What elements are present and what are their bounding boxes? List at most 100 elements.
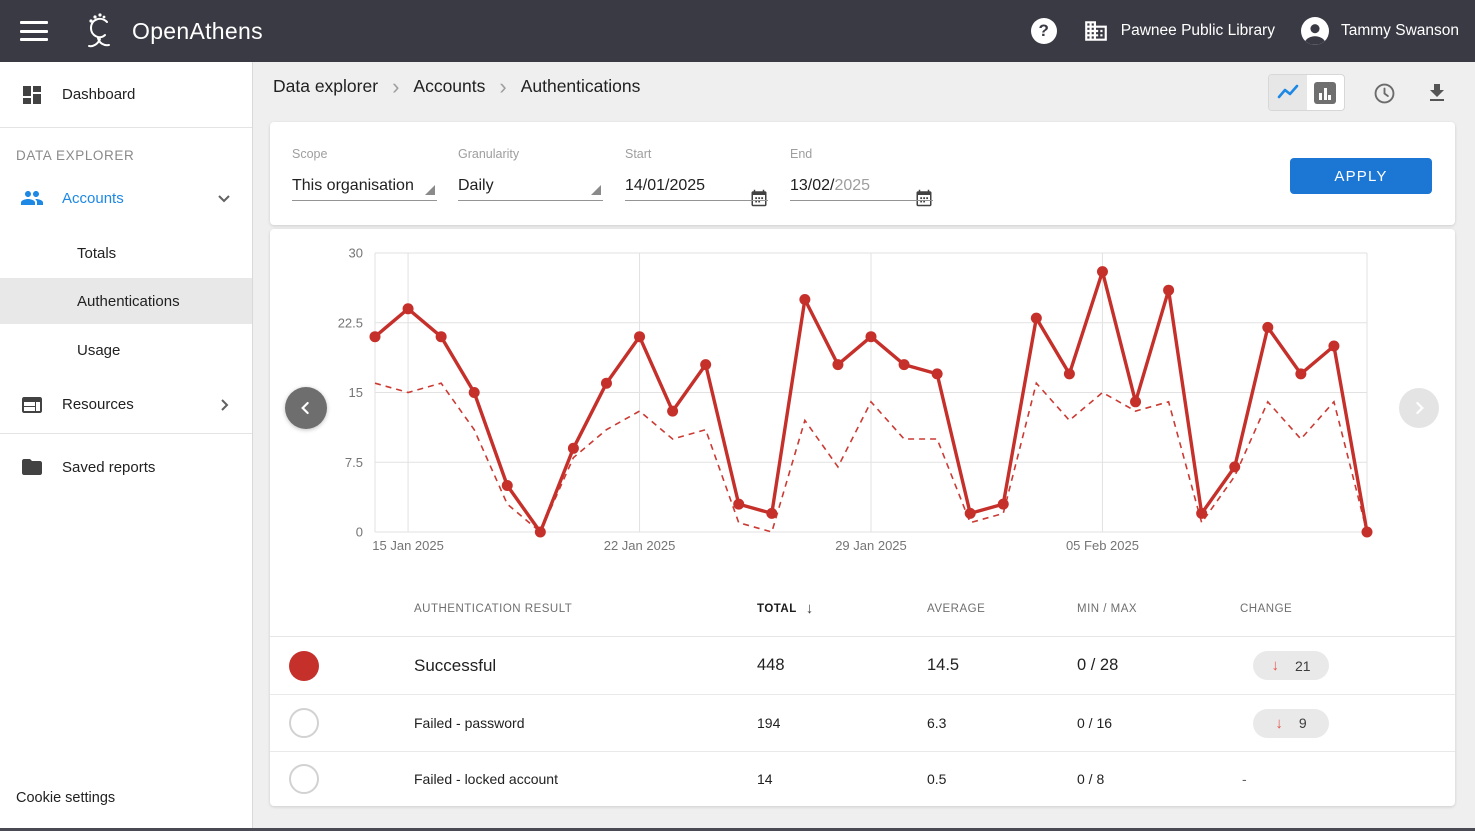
table-row-failed-password[interactable]: Failed - password 194 6.3 0 / 16 ↓9 9 [270, 695, 1455, 752]
result-label: Failed - locked account [414, 771, 757, 787]
svg-text:22 Jan 2025: 22 Jan 2025 [604, 538, 676, 553]
svg-text:05 Feb 2025: 05 Feb 2025 [1066, 538, 1139, 553]
organisation-menu[interactable]: Pawnee Public Library [1083, 18, 1275, 44]
svg-text:15: 15 [349, 385, 363, 400]
dropdown-caret-icon [425, 185, 435, 195]
svg-text:15 Jan 2025: 15 Jan 2025 [372, 538, 444, 553]
sidebar-item-label: Totals [77, 245, 116, 262]
breadcrumb-separator-icon: › [499, 78, 506, 95]
dashboard-icon [20, 83, 44, 107]
total-value: 448 [757, 656, 927, 675]
min-max-value: 0 / 8 [1077, 771, 1240, 787]
topbar-right-cluster: ? Pawnee Public Library Tammy Swanson [1031, 0, 1459, 62]
change-down-arrow-icon: ↓ [1271, 657, 1279, 674]
column-header-average[interactable]: AVERAGE [927, 603, 1077, 615]
authentications-line-chart: 07.51522.53015 Jan 202522 Jan 202529 Jan… [270, 229, 1455, 569]
folder-icon [20, 455, 44, 479]
svg-text:29 Jan 2025: 29 Jan 2025 [835, 538, 907, 553]
column-header-min-max[interactable]: MIN / MAX [1077, 603, 1240, 615]
start-date-field[interactable]: Start 14/01/2025 [625, 147, 768, 199]
end-date-value[interactable]: 13/02/2025 [790, 173, 933, 199]
sidebar-item-totals[interactable]: Totals [0, 228, 252, 278]
chart-scroll-left-button[interactable] [285, 387, 327, 429]
menu-icon[interactable] [20, 21, 48, 41]
sidebar-item-authentications[interactable]: Authentications [0, 278, 252, 324]
average-value: 14.5 [927, 656, 1077, 675]
openathens-logo-icon [78, 8, 124, 54]
sidebar-item-resources[interactable]: Resources [0, 376, 252, 434]
min-max-value: 0 / 28 [1077, 656, 1240, 675]
column-header-authentication-result[interactable]: AUTHENTICATION RESULT [414, 603, 757, 615]
end-date-label: End [790, 147, 933, 161]
bar-chart-toggle-button[interactable] [1307, 75, 1345, 110]
average-value: 0.5 [927, 771, 1077, 787]
results-table: AUTHENTICATION RESULT TOTAL↓ AVERAGE MIN… [270, 581, 1455, 806]
sidebar-item-usage[interactable]: Usage [0, 324, 252, 376]
start-date-value[interactable]: 14/01/2025 [625, 173, 768, 199]
openathens-logo[interactable]: OpenAthens [78, 8, 263, 54]
compare-period-clock-button[interactable] [1371, 80, 1397, 106]
help-icon[interactable]: ? [1031, 18, 1057, 44]
line-chart-toggle-button[interactable] [1269, 75, 1307, 110]
average-value: 6.3 [927, 715, 1077, 731]
series-toggle-dot[interactable] [289, 651, 319, 681]
breadcrumb-separator-icon: › [392, 78, 399, 95]
total-value: 14 [757, 771, 927, 787]
sidebar-item-accounts[interactable]: Accounts [0, 168, 252, 228]
series-toggle-dot[interactable] [289, 764, 319, 794]
column-header-change[interactable]: CHANGE [1240, 603, 1455, 615]
building-icon [1083, 18, 1109, 44]
scope-select[interactable]: Scope This organisation [292, 147, 437, 199]
organisation-name: Pawnee Public Library [1121, 22, 1275, 40]
table-row-successful[interactable]: Successful 448 14.5 0 / 28 ↓21 21 [270, 637, 1455, 695]
sidebar: Dashboard DATA EXPLORER Accounts Totals … [0, 62, 253, 828]
end-date-year-muted: 2025 [834, 177, 870, 195]
chart-panel: 07.51522.53015 Jan 202522 Jan 202529 Jan… [270, 229, 1455, 806]
scope-label: Scope [292, 147, 437, 161]
change-down-arrow-icon: ↓ [1275, 715, 1283, 732]
people-icon [20, 186, 44, 210]
end-date-field[interactable]: End 13/02/2025 [790, 147, 933, 199]
granularity-label: Granularity [458, 147, 603, 161]
chevron-down-icon [212, 186, 236, 210]
sidebar-item-label: Accounts [62, 190, 124, 207]
sidebar-item-label: Saved reports [62, 459, 155, 476]
breadcrumb: Data explorer › Accounts › Authenticatio… [273, 76, 640, 97]
breadcrumb-data-explorer[interactable]: Data explorer [273, 76, 378, 97]
start-date-label: Start [625, 147, 768, 161]
download-button[interactable] [1424, 80, 1450, 106]
scope-value[interactable]: This organisation [292, 173, 437, 199]
min-max-value: 0 / 16 [1077, 715, 1240, 731]
logo-text: OpenAthens [132, 18, 263, 45]
breadcrumb-accounts[interactable]: Accounts [413, 76, 485, 97]
svg-text:30: 30 [349, 246, 363, 261]
granularity-value[interactable]: Daily [458, 173, 603, 199]
result-label: Failed - password [414, 715, 757, 731]
table-row-failed-locked-account[interactable]: Failed - locked account 14 0.5 0 / 8 ↓- … [270, 752, 1455, 806]
top-bar: OpenAthens ? Pawnee Public Library Tammy… [0, 0, 1475, 62]
apply-button[interactable]: APPLY [1290, 158, 1432, 194]
chevron-right-icon [212, 393, 236, 417]
bar-chart-icon [1314, 82, 1336, 104]
total-value: 194 [757, 715, 927, 731]
sidebar-item-saved-reports[interactable]: Saved reports [0, 434, 252, 500]
cookie-settings-link[interactable]: Cookie settings [16, 790, 115, 806]
svg-text:7.5: 7.5 [345, 455, 363, 470]
filter-panel: Scope This organisation Granularity Dail… [270, 122, 1455, 225]
change-value: - [1242, 771, 1247, 787]
column-header-total[interactable]: TOTAL↓ [757, 600, 927, 617]
app-window: OpenAthens ? Pawnee Public Library Tammy… [0, 0, 1475, 831]
sidebar-item-dashboard[interactable]: Dashboard [0, 62, 252, 128]
sidebar-item-label: Usage [77, 342, 120, 359]
svg-text:22.5: 22.5 [338, 315, 363, 330]
granularity-select[interactable]: Granularity Daily [458, 147, 603, 199]
user-menu[interactable]: Tammy Swanson [1301, 17, 1459, 45]
clock-icon [1372, 81, 1397, 106]
chart-scroll-right-button[interactable] [1399, 388, 1439, 428]
sort-desc-icon: ↓ [806, 600, 814, 617]
change-badge: ↓9 [1253, 709, 1329, 738]
dropdown-caret-icon [591, 185, 601, 195]
sidebar-item-label: Authentications [77, 293, 180, 310]
line-chart-icon [1276, 81, 1300, 105]
series-toggle-dot[interactable] [289, 708, 319, 738]
